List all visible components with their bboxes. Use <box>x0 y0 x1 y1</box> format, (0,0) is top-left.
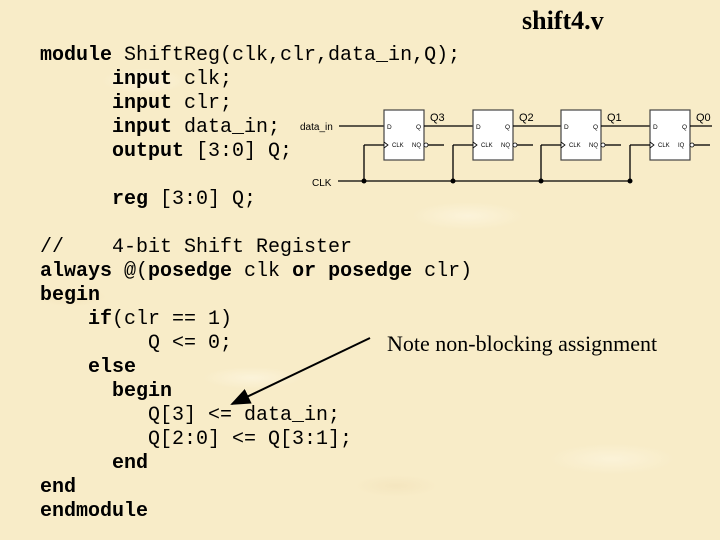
pin-clk-label: CLK <box>481 143 493 149</box>
shift-register-diagram: data_in CLK D Q CLK NQ Q3 D Q CLK NQ Q2 D Q CLK NQ Q1 D Q C… <box>230 109 712 405</box>
junction-dot <box>361 178 367 184</box>
flip-flop-box <box>472 109 514 161</box>
pin-d-label: D <box>387 124 392 131</box>
input-label: data_in <box>300 122 333 133</box>
clock-label: CLK <box>312 178 332 189</box>
pin-nq-label: NQ <box>589 143 598 149</box>
flip-flop-box <box>560 109 602 161</box>
inversion-bubble-icon <box>423 142 429 148</box>
inversion-bubble-icon <box>600 142 606 148</box>
pin-d-label: D <box>564 124 569 131</box>
junction-dot <box>538 178 544 184</box>
pin-nq-label: IQ <box>678 143 685 149</box>
pin-q-label: Q <box>416 124 421 131</box>
output-label: Q2 <box>519 112 534 124</box>
pin-clk-label: CLK <box>658 143 670 149</box>
pin-q-label: Q <box>682 124 687 131</box>
flip-flop-box <box>649 109 691 161</box>
pin-q-label: Q <box>593 124 598 131</box>
pin-q-label: Q <box>505 124 510 131</box>
output-label: Q3 <box>430 112 445 124</box>
flip-flop-box <box>383 109 425 161</box>
inversion-bubble-icon <box>689 142 695 148</box>
pin-nq-label: NQ <box>501 143 510 149</box>
output-label: Q0 <box>696 112 711 124</box>
output-label: Q1 <box>607 112 622 124</box>
pin-clk-label: CLK <box>569 143 581 149</box>
annotation-arrow <box>230 337 371 405</box>
pin-d-label: D <box>653 124 658 131</box>
pin-nq-label: NQ <box>412 143 421 149</box>
inversion-bubble-icon <box>512 142 518 148</box>
junction-dot <box>627 178 633 184</box>
pin-d-label: D <box>476 124 481 131</box>
pin-clk-label: CLK <box>392 143 404 149</box>
junction-dot <box>450 178 456 184</box>
